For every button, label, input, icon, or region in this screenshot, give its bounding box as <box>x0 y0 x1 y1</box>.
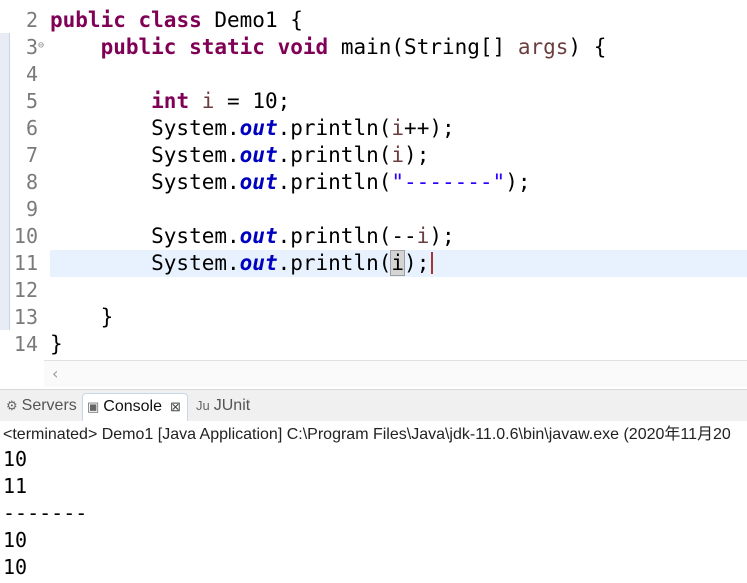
line-number: 10 <box>13 224 38 248</box>
line-number: 6 <box>25 116 38 140</box>
line-number: 14 <box>13 332 38 356</box>
field-token: out <box>239 224 278 248</box>
code-line[interactable] <box>50 61 747 88</box>
fold-collapse-icon[interactable]: ⊖ <box>38 40 44 51</box>
field-token: out <box>239 170 278 194</box>
code-token: System. <box>50 170 240 194</box>
line-number: 2 <box>25 8 38 32</box>
tab-label: JUnit <box>213 397 251 414</box>
console-icon: ▣ <box>87 399 100 414</box>
field-token: out <box>239 143 278 167</box>
tab-label: Console <box>103 398 162 415</box>
code-line[interactable]: System.out.println(i++); <box>50 115 747 142</box>
code-line[interactable]: System.out.println(--i); <box>50 223 747 250</box>
console-output-line: 10 <box>3 528 28 552</box>
close-tab-icon[interactable]: ⊠ <box>170 399 181 414</box>
code-token: .println( <box>277 170 392 194</box>
field-token: out <box>239 116 278 140</box>
code-token: System. <box>50 224 240 248</box>
code-token: = 10; <box>214 89 291 113</box>
tab-junit[interactable]: Ju JUnit <box>192 394 256 418</box>
line-number: 9 <box>25 197 38 221</box>
scroll-left-icon[interactable]: ‹ <box>52 364 58 383</box>
servers-icon: ⚙ <box>6 398 18 413</box>
keyword-token: static <box>189 35 265 59</box>
horizontal-scrollbar[interactable]: ‹ <box>44 360 747 387</box>
code-line[interactable] <box>50 277 747 304</box>
line-number: 3 <box>25 35 38 59</box>
keyword-token: public <box>100 35 177 59</box>
code-line[interactable]: int i = 10; <box>50 88 747 115</box>
code-editor[interactable]: 2 3 ⊖ 4 5 6 7 8 9 10 11 12 13 14 public class Demo1 {… <box>0 0 747 387</box>
code-token: ++); <box>404 116 455 140</box>
line-number: 12 <box>13 278 38 302</box>
code-token: System. <box>50 251 240 275</box>
variable-token: i <box>201 89 215 113</box>
tab-servers[interactable]: ⚙ Servers <box>2 394 83 418</box>
keyword-token: void <box>277 35 329 59</box>
code-token: .println(-- <box>277 224 417 248</box>
code-token: main(String[] <box>328 35 518 59</box>
console-view: <terminated> Demo1 [Java Application] C:… <box>0 421 747 583</box>
line-number-gutter: 2 3 ⊖ 4 5 6 7 8 9 10 11 12 13 14 <box>0 0 44 360</box>
line-number: 11 <box>13 251 38 275</box>
console-output-line: 10 <box>3 555 28 579</box>
code-token: .println( <box>277 116 392 140</box>
code-token: } <box>50 332 63 356</box>
code-line[interactable]: System.out.println("-------"); <box>50 169 747 196</box>
code-token: ); <box>404 251 430 275</box>
code-token: ); <box>404 143 430 167</box>
tab-console[interactable]: ▣ Console ⊠ <box>82 393 188 421</box>
code-token: System. <box>50 143 240 167</box>
variable-token: i <box>390 250 406 276</box>
code-line[interactable]: } <box>50 331 747 358</box>
string-token: "-------" <box>391 170 506 194</box>
code-token: ); <box>429 224 455 248</box>
keyword-token: class <box>138 8 202 32</box>
code-token: ); <box>505 170 531 194</box>
variable-token: args <box>517 35 569 59</box>
console-status: <terminated> Demo1 [Java Application] C:… <box>3 426 731 443</box>
code-token: } <box>50 305 114 329</box>
keyword-token: public <box>50 8 126 32</box>
console-output-line: ------- <box>3 501 88 525</box>
line-number: 13 <box>13 305 38 329</box>
line-number: 5 <box>25 89 38 113</box>
code-token: .println( <box>277 143 392 167</box>
code-token: Demo1 { <box>201 8 303 32</box>
keyword-token: int <box>151 89 190 113</box>
variable-token: i <box>391 143 405 167</box>
text-cursor <box>431 252 434 274</box>
current-code-line[interactable]: System.out.println(i); <box>50 250 747 277</box>
junit-icon: Ju <box>196 398 210 413</box>
line-number: 7 <box>25 143 38 167</box>
code-line[interactable]: System.out.println(i); <box>50 142 747 169</box>
code-token: ) { <box>568 35 607 59</box>
code-line[interactable]: public static void main(String[] args) { <box>50 34 747 61</box>
console-tab-bar: ⚙ Servers ▣ Console ⊠ Ju JUnit <box>0 389 747 422</box>
tab-label: Servers <box>21 397 77 414</box>
code-token: .println( <box>277 251 392 275</box>
code-token: System. <box>50 116 240 140</box>
code-line[interactable] <box>50 196 747 223</box>
field-token: out <box>239 251 278 275</box>
change-indicator-bar <box>0 33 10 330</box>
line-number: 8 <box>25 170 38 194</box>
code-line[interactable]: } <box>50 304 747 331</box>
console-output-line: 11 <box>3 474 28 498</box>
variable-token: i <box>416 224 430 248</box>
line-number: 4 <box>25 62 38 86</box>
variable-token: i <box>391 116 405 140</box>
console-output-line: 10 <box>3 447 28 471</box>
code-line[interactable]: public class Demo1 { <box>50 7 747 34</box>
